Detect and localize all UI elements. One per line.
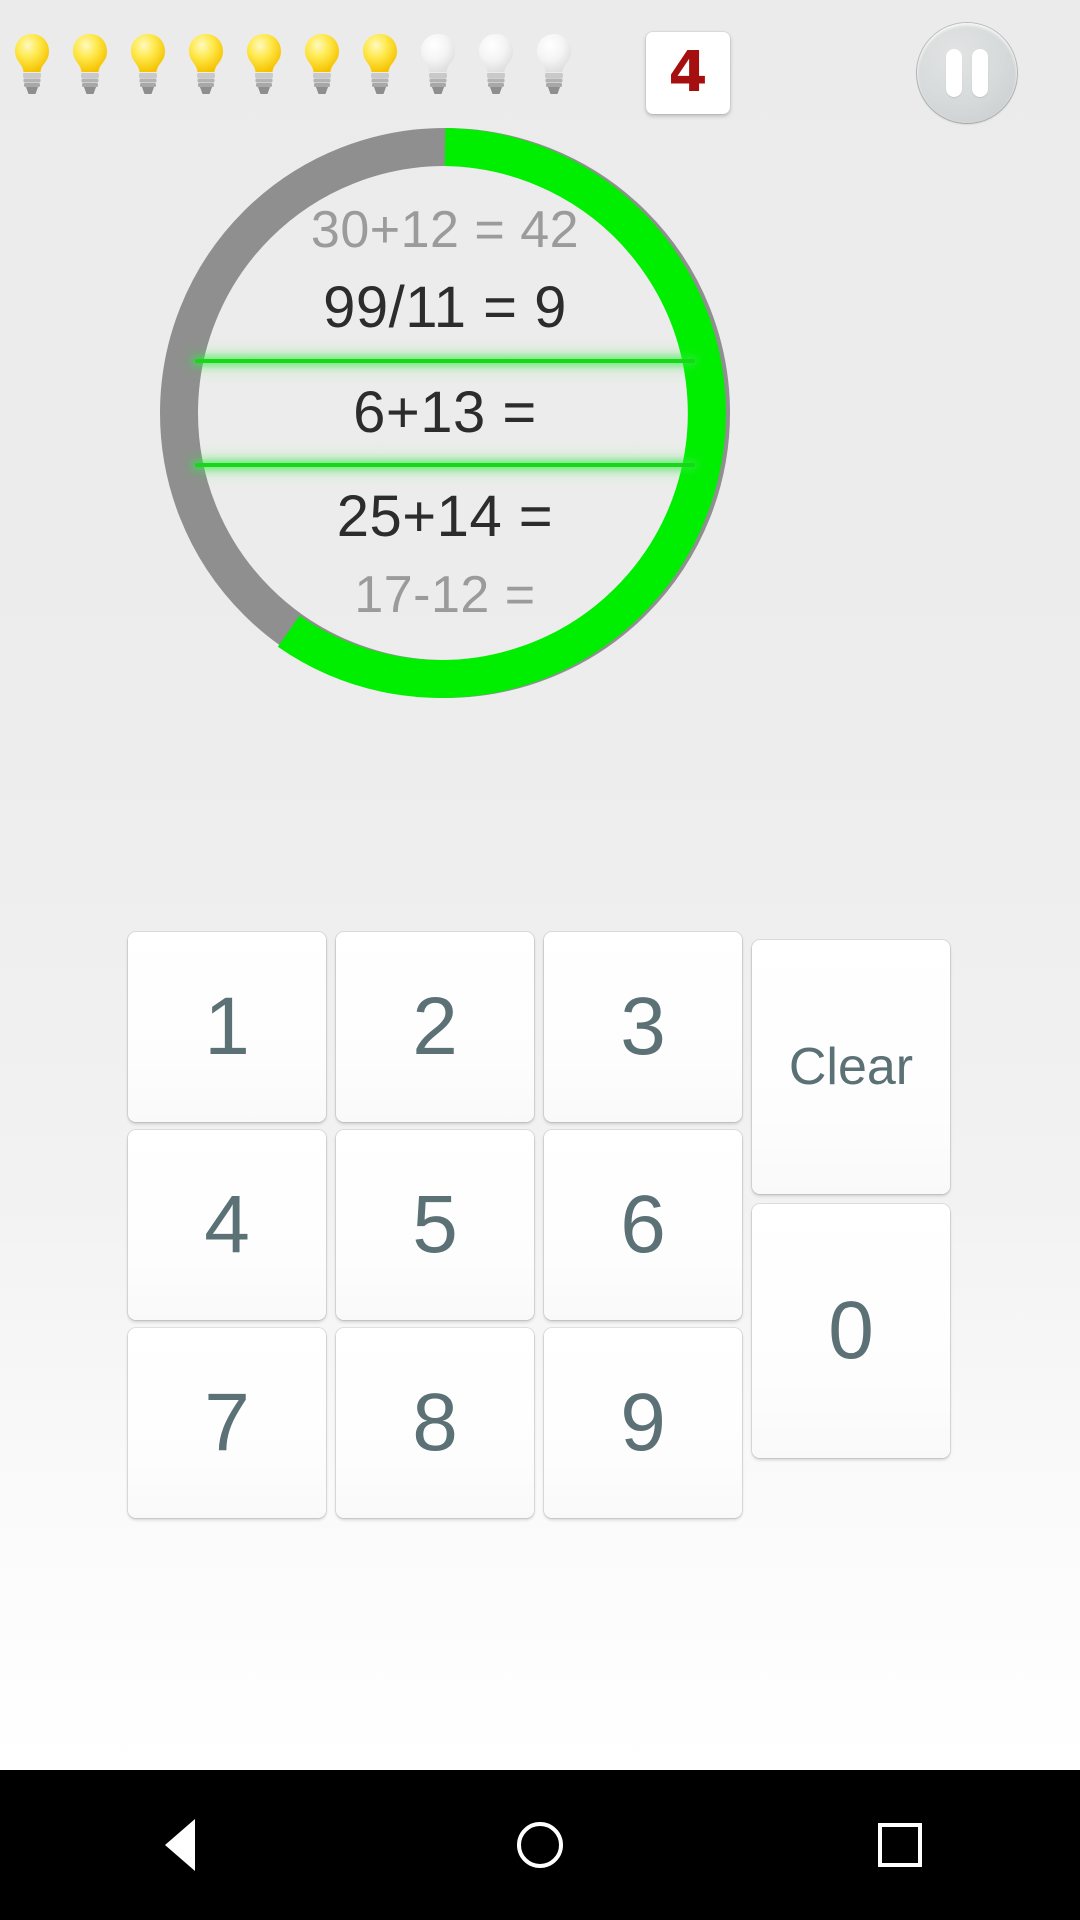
key-clear[interactable]: Clear <box>752 940 950 1194</box>
pause-icon-bar-right <box>972 49 988 97</box>
key-2[interactable]: 2 <box>336 932 534 1122</box>
key-6[interactable]: 6 <box>544 1130 742 1320</box>
key-1[interactable]: 1 <box>128 932 326 1122</box>
nav-back-button[interactable] <box>105 1770 255 1920</box>
key-8[interactable]: 8 <box>336 1328 534 1518</box>
score-value: 4 <box>668 40 708 105</box>
number-keypad: 1 2 3 4 5 6 7 8 9 Clear 0 <box>128 932 958 1522</box>
current-equation-top-divider <box>195 358 695 363</box>
equation-row-next: 25+14 = <box>336 484 554 550</box>
lightbulb-icon <box>356 30 404 100</box>
key-3[interactable]: 3 <box>544 932 742 1122</box>
equation-row-previous: 30+12 = 42 <box>310 200 580 259</box>
nav-home-button[interactable] <box>465 1770 615 1920</box>
key-4[interactable]: 4 <box>128 1130 326 1320</box>
equation-row-solved: 99/11 = 9 <box>323 275 567 341</box>
score-badge: 4 <box>646 32 730 114</box>
lightbulb-off-icon <box>530 30 578 100</box>
lightbulb-icon <box>8 30 56 100</box>
key-7[interactable]: 7 <box>128 1328 326 1518</box>
pause-icon-bar-left <box>946 49 962 97</box>
lightbulb-icon <box>240 30 288 100</box>
key-5[interactable]: 5 <box>336 1130 534 1320</box>
key-9[interactable]: 9 <box>544 1328 742 1518</box>
game-screen: 4 30+12 = 42 99/11 = 9 6+13 = 25+14 = 17… <box>0 0 1080 1920</box>
lightbulb-icon <box>298 30 346 100</box>
back-triangle-icon <box>165 1819 195 1871</box>
lightbulb-off-icon <box>472 30 520 100</box>
home-circle-icon <box>517 1822 563 1868</box>
pause-button[interactable] <box>917 23 1017 123</box>
equation-row-upcoming: 17-12 = <box>354 565 536 624</box>
android-navigation-bar <box>0 1770 1080 1920</box>
lives-indicator <box>8 30 578 100</box>
equation-row-current: 6+13 = <box>353 379 537 445</box>
lightbulb-icon <box>66 30 114 100</box>
recents-square-icon <box>878 1823 922 1867</box>
nav-recents-button[interactable] <box>825 1770 975 1920</box>
lightbulb-icon <box>124 30 172 100</box>
lightbulb-off-icon <box>414 30 462 100</box>
lightbulb-icon <box>182 30 230 100</box>
current-equation-bottom-divider <box>195 463 695 468</box>
key-0[interactable]: 0 <box>752 1204 950 1458</box>
equation-stack: 30+12 = 42 99/11 = 9 6+13 = 25+14 = 17-1… <box>140 108 750 718</box>
